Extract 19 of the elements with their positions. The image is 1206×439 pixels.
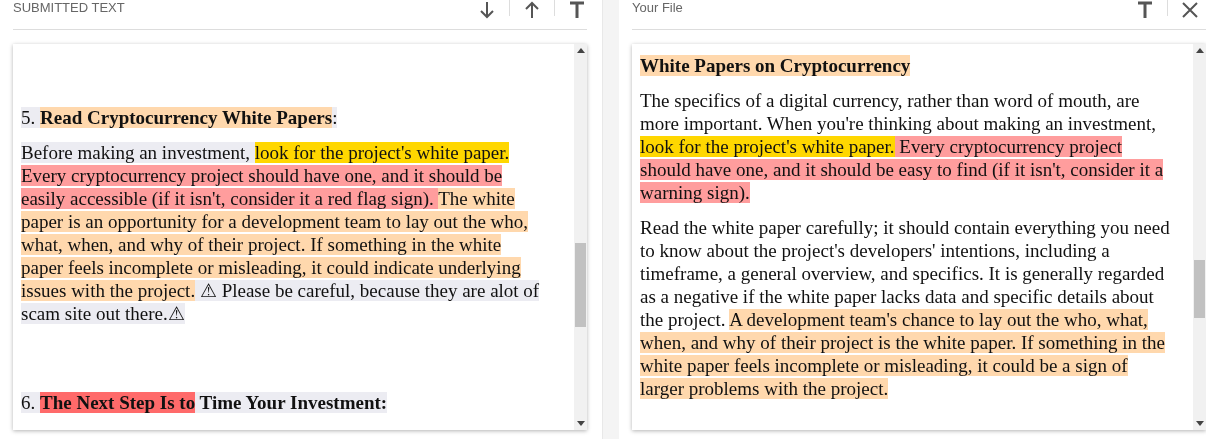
paragraph: White Papers on Cryptocurrency bbox=[640, 54, 912, 77]
scroll-down-icon[interactable] bbox=[576, 421, 585, 426]
panel-title: SUBMITTED TEXT bbox=[13, 0, 125, 16]
arrow-down-icon[interactable] bbox=[477, 0, 497, 20]
panel-title: Your File bbox=[632, 0, 683, 16]
text-icon[interactable] bbox=[567, 0, 587, 20]
close-icon[interactable] bbox=[1180, 0, 1200, 20]
scroll-up-icon[interactable] bbox=[576, 48, 585, 53]
scrollbar-thumb[interactable] bbox=[1194, 260, 1205, 318]
paragraph: Read the white paper carefully; it should contain everything you need to know about the project's developers' intentions, including a timeframe, a general overview, and specifics. It is generally regarded as a negative if the white paper lacks data and specific details about the project. A development team's chance to lay out the who, what, when, and why of their project is the white paper. If something in the white paper feels incomplete or misleading, it could be a sign of larger problems with the project. bbox=[640, 216, 1171, 400]
paragraph: 6. The Next Step Is to Time Your Investment: bbox=[21, 391, 389, 414]
scrollbar-thumb[interactable] bbox=[575, 243, 586, 327]
scroll-down-icon[interactable] bbox=[1195, 421, 1204, 426]
paragraph: Before making an investment, look for the project's white paper. Every cryptocurrency project should have one, and it should be easily accessible (if it isn't, consider it a red flag sign). The white paper is an opportunity for a development team to lay out the who, what, when, and why of their project. If something in the white paper feels incomplete or misleading, it could indicate underlying issues with the project. ⚠ Please be careful, because they are alot of scam site out there.⚠ bbox=[21, 141, 541, 325]
text-icon[interactable] bbox=[1135, 0, 1155, 20]
scrollbar[interactable] bbox=[1193, 44, 1206, 430]
scrollbar[interactable] bbox=[574, 44, 587, 430]
scroll-up-icon[interactable] bbox=[1195, 48, 1204, 53]
paragraph: 5. Read Cryptocurrency White Papers: bbox=[21, 106, 339, 129]
